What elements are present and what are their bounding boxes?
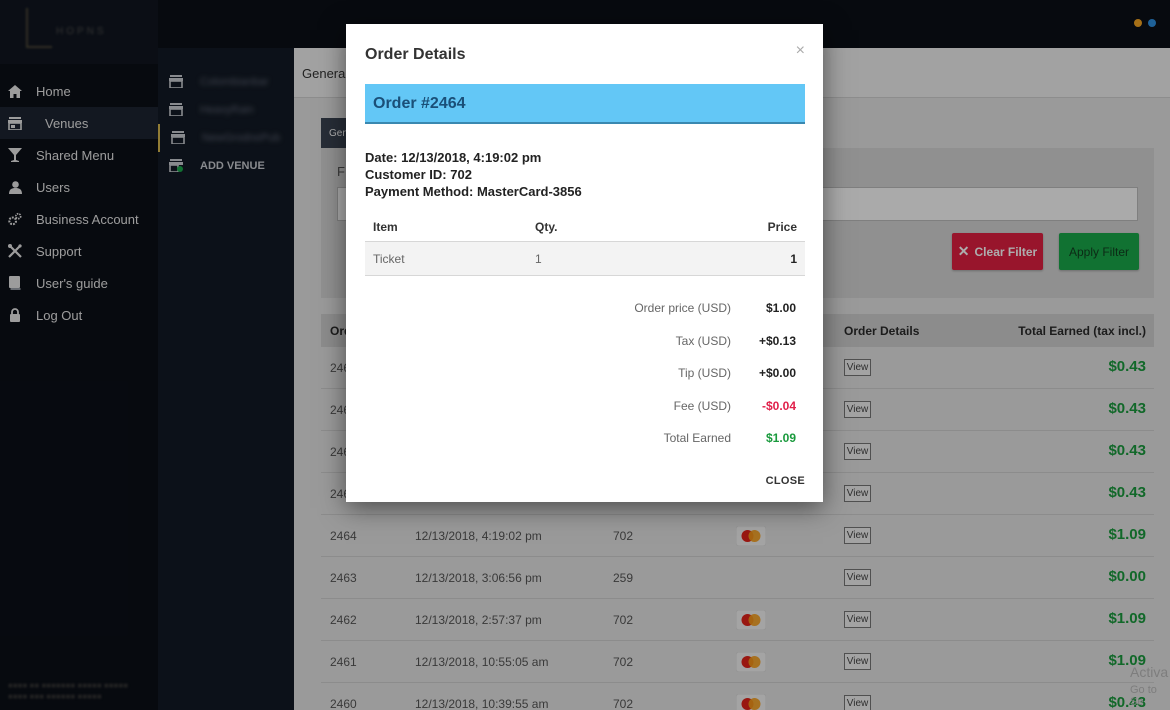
items-table-row: Ticket 1 1 — [365, 242, 805, 276]
header-price: Price — [767, 220, 797, 234]
item-price: 1 — [790, 252, 797, 266]
order-date: Date: 12/13/2018, 4:19:02 pm — [365, 150, 542, 165]
summary-label: Fee (USD) — [673, 399, 731, 413]
summary-label: Order price (USD) — [634, 301, 731, 315]
summary-label: Tip (USD) — [678, 366, 731, 380]
order-number-band: Order #2464 — [365, 84, 805, 124]
item-name: Ticket — [373, 252, 405, 266]
summary-tip: +$0.00 — [758, 366, 796, 380]
summary-total-earned: $1.09 — [765, 431, 796, 445]
summary-order-price: $1.00 — [765, 301, 796, 315]
summary-label: Total Earned — [663, 431, 731, 445]
order-details-modal: Order Details × Order #2464 Date: 12/13/… — [346, 24, 823, 502]
summary-tax: +$0.13 — [758, 334, 796, 348]
close-button[interactable]: CLOSE — [766, 475, 805, 487]
header-qty: Qty. — [535, 220, 558, 234]
order-number: Order #2464 — [373, 95, 466, 112]
items-table-header: Item Qty. Price — [365, 210, 805, 242]
payment-method: Payment Method: MasterCard-3856 — [365, 184, 582, 199]
modal-title: Order Details — [365, 46, 466, 63]
close-icon[interactable]: × — [796, 42, 805, 60]
header-item: Item — [373, 220, 398, 234]
summary-fee: -$0.04 — [761, 399, 796, 413]
summary-label: Tax (USD) — [675, 334, 731, 348]
customer-id: Customer ID: 702 — [365, 167, 472, 182]
item-qty: 1 — [535, 252, 542, 266]
